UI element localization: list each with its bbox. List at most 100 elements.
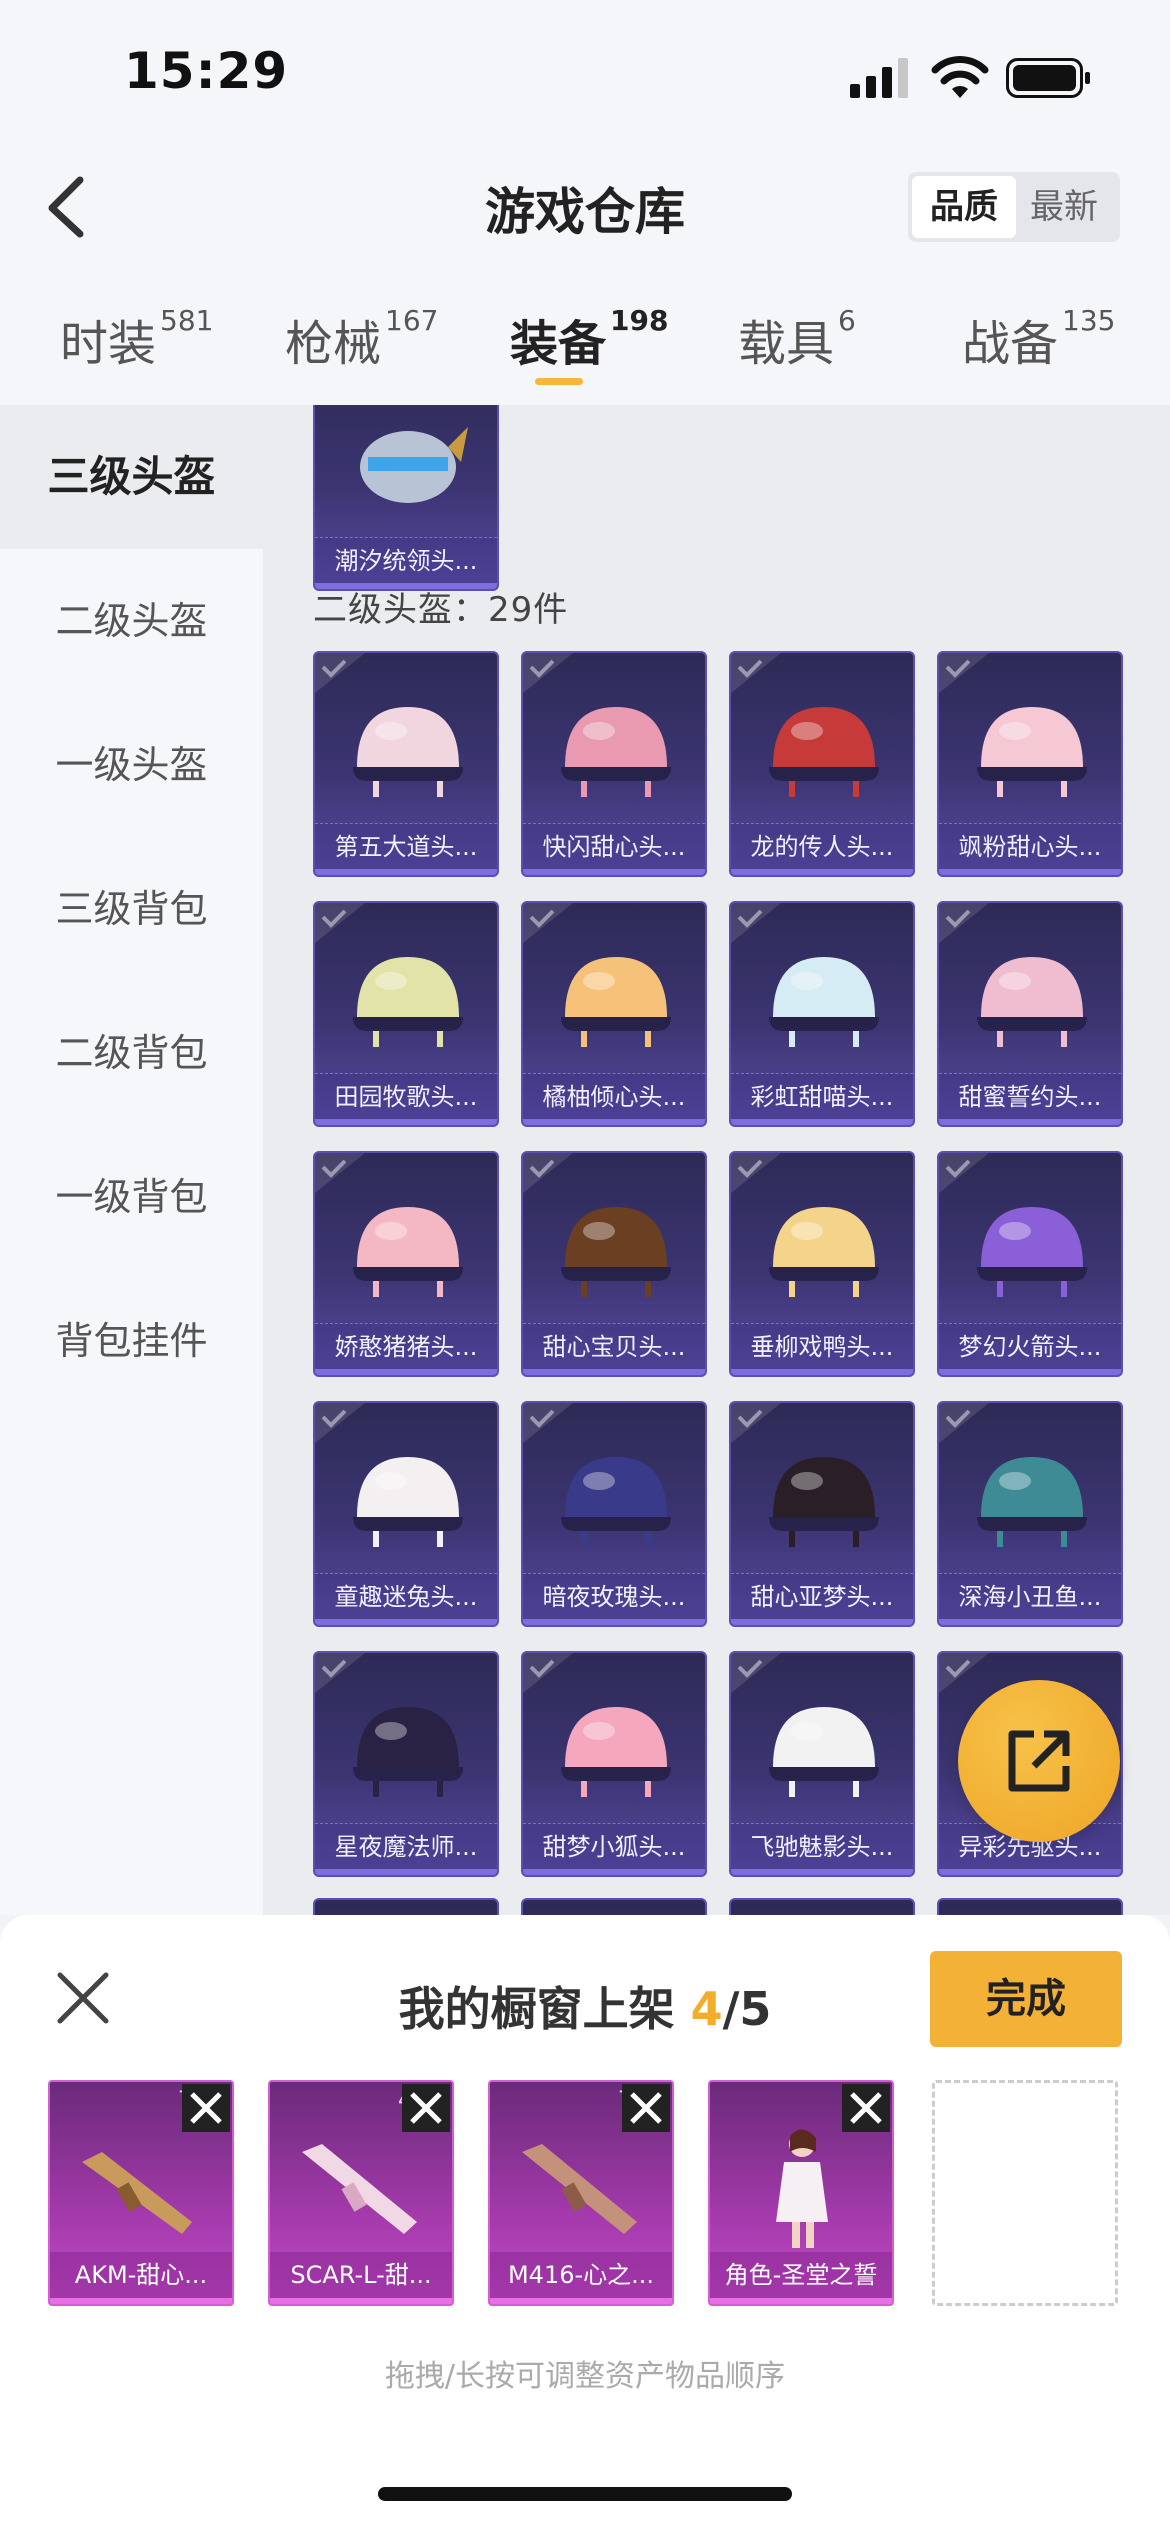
item-card[interactable]: 飞驰魅影头... (729, 1651, 915, 1877)
check-mark-icon (731, 1653, 781, 1693)
item-name: 甜心亚梦头... (731, 1573, 913, 1619)
rarity-bar (939, 1119, 1121, 1125)
item-card[interactable]: 龙的传人头... (729, 651, 915, 877)
item-card[interactable]: 甜梦小狐头... (521, 1651, 707, 1877)
rarity-bar (939, 1869, 1121, 1875)
item-card[interactable]: 第五大道头... (313, 651, 499, 877)
rarity-bar (270, 2298, 452, 2304)
check-mark-icon (315, 903, 365, 943)
check-mark-icon (731, 1153, 781, 1193)
subcategory-sidebar: 三级头盔 二级头盔 一级头盔 三级背包 二级背包 一级背包 背包挂件 (0, 405, 263, 1915)
check-mark-icon (315, 653, 365, 693)
item-card[interactable]: 甜心亚梦头... (729, 1401, 915, 1627)
item-name: 甜心宝贝头... (523, 1323, 705, 1369)
showcase-slot[interactable]: 4 SCAR-L-甜... (268, 2080, 454, 2306)
tab-vehicles[interactable]: 载具 6 (738, 304, 856, 384)
sort-by-quality[interactable]: 品质 (912, 176, 1016, 238)
tab-firearms[interactable]: 枪械 167 (285, 304, 438, 384)
sidebar-item-backpack-pendant[interactable]: 背包挂件 (0, 1269, 263, 1413)
rarity-bar (523, 1869, 705, 1875)
helmet-icon (769, 1457, 879, 1547)
showcase-slot-empty[interactable] (932, 2080, 1118, 2306)
sidebar-item-helmet-lv1[interactable]: 一级头盔 (0, 693, 263, 837)
rarity-bar (710, 2298, 892, 2304)
tab-label: 载具 (738, 316, 835, 372)
check-mark-icon (315, 1653, 365, 1693)
check-mark-icon (315, 1153, 365, 1193)
tab-supplies[interactable]: 战备 135 (962, 304, 1115, 384)
sort-by-newest[interactable]: 最新 (1012, 176, 1116, 238)
item-card[interactable]: 娇憨猪猪头... (313, 1151, 499, 1377)
rarity-bar (315, 869, 497, 875)
showcase-slot[interactable]: 7 M416-心之... (488, 2080, 674, 2306)
helmet-icon (353, 1207, 463, 1297)
tab-fashion[interactable]: 时装 581 (60, 304, 213, 384)
status-time: 15:29 (124, 42, 289, 100)
showcase-slot[interactable]: 7 AKM-甜心... (48, 2080, 234, 2306)
sidebar-item-helmet-lv3[interactable]: 三级头盔 (0, 405, 263, 549)
check-mark-icon (523, 1653, 573, 1693)
share-fab[interactable] (958, 1680, 1120, 1842)
tab-equipment[interactable]: 装备 198 (510, 304, 668, 384)
item-card[interactable]: 甜心宝贝头... (521, 1151, 707, 1377)
check-mark-icon (939, 1653, 989, 1693)
rarity-bar (731, 869, 913, 875)
rarity-bar (731, 1369, 913, 1375)
item-card[interactable]: 潮汐统领头... (313, 405, 499, 591)
item-name: 娇憨猪猪头... (315, 1323, 497, 1369)
rarity-bar (315, 1869, 497, 1875)
item-card[interactable]: 飒粉甜心头... (937, 651, 1123, 877)
check-mark-icon (523, 653, 573, 693)
rarity-bar (939, 1619, 1121, 1625)
item-card[interactable]: 暗夜玫瑰头... (521, 1401, 707, 1627)
rarity-bar (939, 1369, 1121, 1375)
rarity-bar (50, 2298, 232, 2304)
item-card[interactable]: 童趣迷兔头... (313, 1401, 499, 1627)
nav-header: 游戏仓库 品质 最新 (0, 150, 1170, 260)
helmet-icon (769, 1207, 879, 1297)
helmet-icon (561, 1707, 671, 1797)
item-card-partial[interactable] (729, 1898, 915, 1915)
helmet-icon (977, 957, 1087, 1047)
done-button[interactable]: 完成 (930, 1951, 1122, 2047)
item-card-partial[interactable] (313, 1898, 499, 1915)
item-card[interactable]: 星夜魔法师... (313, 1651, 499, 1877)
showcase-slot[interactable]: 角色-圣堂之誓 (708, 2080, 894, 2306)
helmet-icon (769, 957, 879, 1047)
item-name: 深海小丑鱼... (939, 1573, 1121, 1619)
item-card-partial[interactable] (937, 1898, 1123, 1915)
helmet-icon (977, 1457, 1087, 1547)
tab-count: 198 (610, 304, 669, 337)
rifle-icon (522, 2144, 637, 2234)
tab-label: 装备 (510, 316, 607, 372)
sidebar-item-backpack-lv2[interactable]: 二级背包 (0, 981, 263, 1125)
item-card[interactable]: 橘柚倾心头... (521, 901, 707, 1127)
helmet-icon (353, 707, 463, 797)
check-mark-icon (731, 1403, 781, 1443)
item-name: 甜蜜誓约头... (939, 1073, 1121, 1119)
rarity-bar (315, 1119, 497, 1125)
rarity-bar (731, 1869, 913, 1875)
item-card[interactable]: 快闪甜心头... (521, 651, 707, 877)
helmet-icon (977, 1207, 1087, 1297)
rifle-icon (82, 2152, 192, 2234)
rarity-bar (523, 869, 705, 875)
item-card[interactable]: 田园牧歌头... (313, 901, 499, 1127)
item-card[interactable]: 垂柳戏鸭头... (729, 1151, 915, 1377)
sidebar-item-backpack-lv1[interactable]: 一级背包 (0, 1125, 263, 1269)
item-card[interactable]: 彩虹甜喵头... (729, 901, 915, 1127)
showcase-total: /5 (722, 1982, 772, 2036)
helmet-icon (769, 707, 879, 797)
item-name: 飞驰魅影头... (731, 1823, 913, 1869)
sidebar-item-backpack-lv3[interactable]: 三级背包 (0, 837, 263, 981)
item-name: 橘柚倾心头... (523, 1073, 705, 1119)
tab-count: 6 (838, 304, 856, 337)
item-card-partial[interactable] (521, 1898, 707, 1915)
rarity-bar (731, 1619, 913, 1625)
check-mark-icon (315, 1403, 365, 1443)
item-card[interactable]: 深海小丑鱼... (937, 1401, 1123, 1627)
item-name: 暗夜玫瑰头... (523, 1573, 705, 1619)
item-card[interactable]: 甜蜜誓约头... (937, 901, 1123, 1127)
sidebar-item-helmet-lv2[interactable]: 二级头盔 (0, 549, 263, 693)
item-card[interactable]: 梦幻火箭头... (937, 1151, 1123, 1377)
